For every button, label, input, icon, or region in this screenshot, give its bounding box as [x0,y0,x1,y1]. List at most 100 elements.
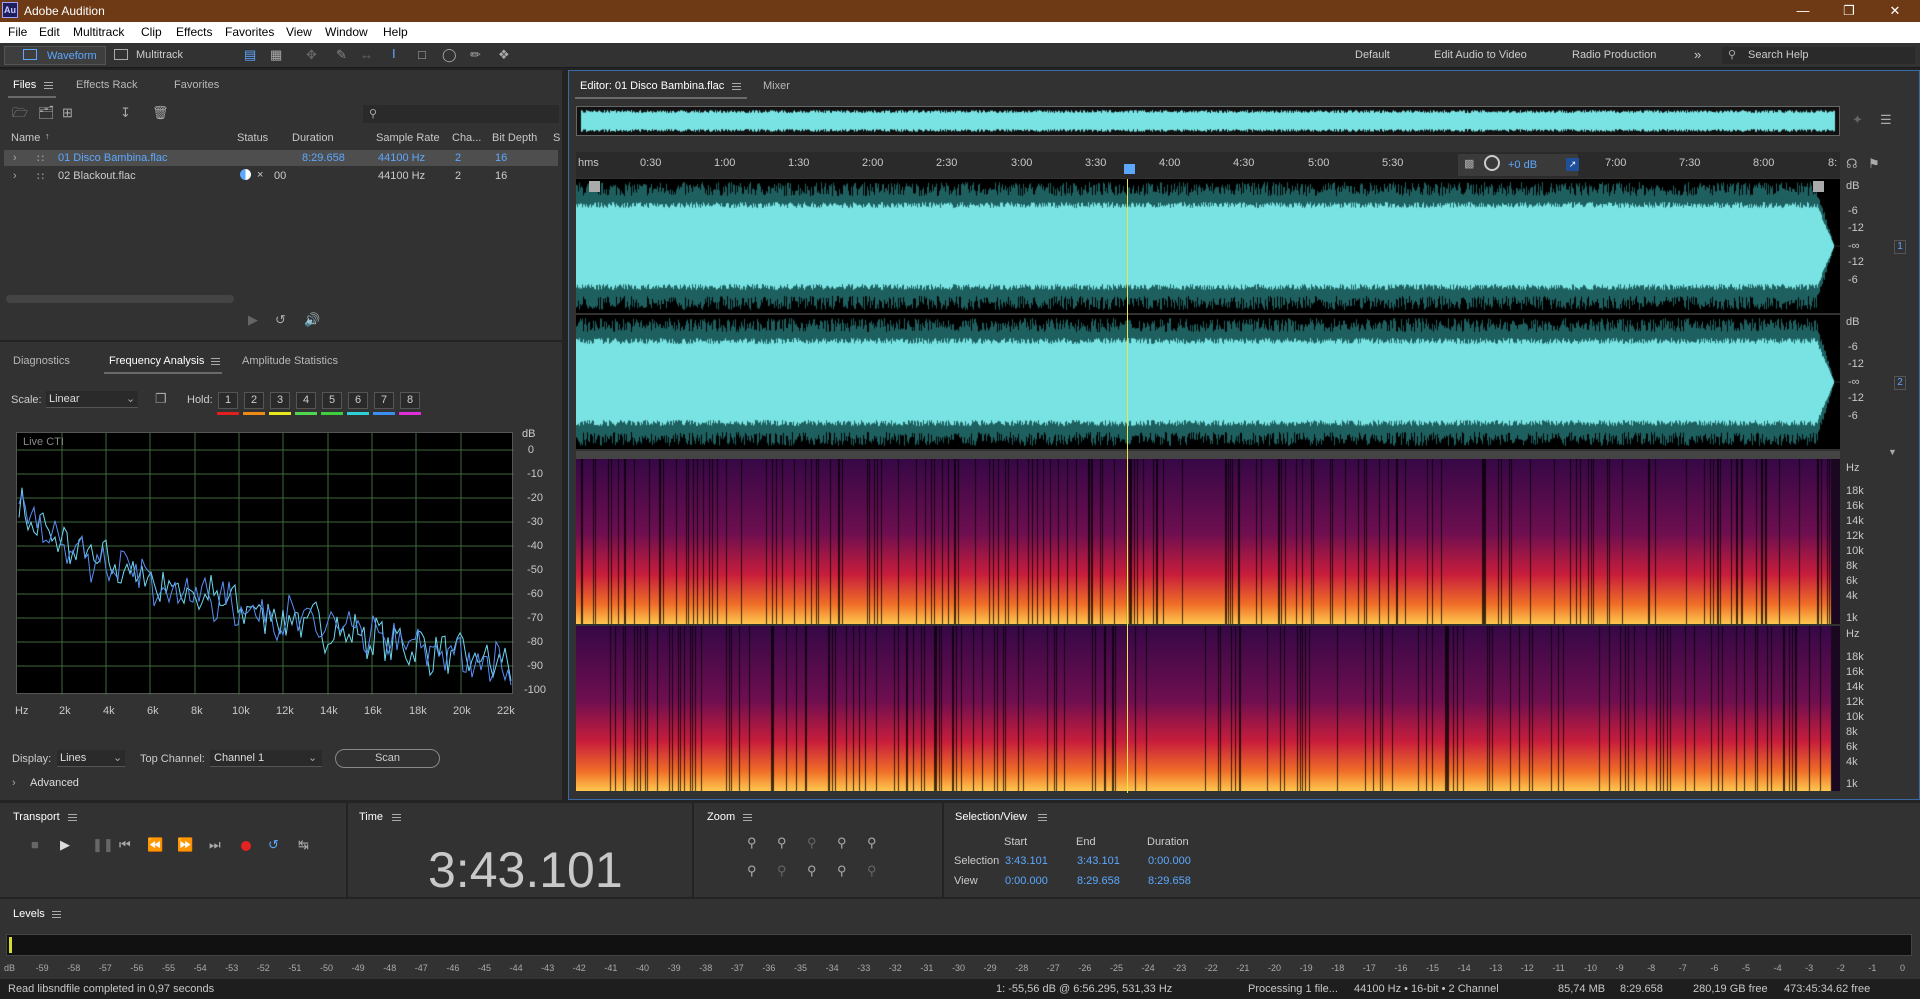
channel-2-toggle[interactable]: 2 [1894,376,1906,390]
more-workspaces-icon[interactable]: » [1694,47,1701,62]
time-display[interactable]: 3:43.101 [428,841,623,899]
rewind-icon[interactable]: ⏪ [147,838,163,852]
zoom-out-selection-icon[interactable]: ⚲ [867,864,877,878]
time-selection-tool-icon[interactable]: I [392,47,396,61]
time-menu-icon[interactable] [392,814,401,821]
workspace-edit-audio-to-video[interactable]: Edit Audio to Video [1434,49,1527,61]
loop-preview-icon[interactable]: ↺ [275,313,286,327]
waveform-view-button[interactable]: Waveform [4,46,106,65]
fast-forward-icon[interactable]: ⏩ [177,838,193,852]
play-preview-icon[interactable]: ▶ [248,313,258,327]
tab-favorites[interactable]: Favorites [174,79,219,91]
zoom-selection-icon[interactable]: ⚲ [807,836,817,850]
hold-button-6[interactable]: 6 [348,392,368,409]
col-channels[interactable]: Cha... [452,132,481,144]
col-bit-depth[interactable]: Bit Depth [492,132,537,144]
table-row[interactable]: › ∷ 01 Disco Bambina.flac 8:29.658 44100… [4,150,558,166]
advanced-expand-icon[interactable]: › [12,777,16,789]
zoom-out-point-icon[interactable]: ⚲ [807,864,817,878]
maximize-button[interactable]: ❐ [1826,0,1872,22]
workspace-radio-production[interactable]: Radio Production [1572,49,1656,61]
tab-files[interactable]: Files [13,79,36,91]
horizontal-scrollbar[interactable] [6,295,234,303]
menu-edit[interactable]: Edit [39,25,60,39]
menu-favorites[interactable]: Favorites [225,25,274,39]
gain-knob[interactable] [1484,155,1500,171]
hold-button-1[interactable]: 1 [218,392,238,409]
razor-tool-icon[interactable]: ✎ [336,48,347,62]
marquee-tool-icon[interactable]: □ [418,48,426,62]
multitrack-view-button[interactable]: Multitrack [110,46,192,65]
headphones-icon[interactable]: ☊ [1846,157,1858,171]
advanced-label[interactable]: Advanced [30,777,79,789]
tab-amplitude-statistics[interactable]: Amplitude Statistics [242,355,338,367]
insert-into-multitrack-icon[interactable]: ↧ [120,106,131,120]
col-s[interactable]: S [553,132,560,144]
autoplay-icon[interactable]: 🔊 [304,313,320,327]
channel-1-toggle[interactable]: 1 [1894,240,1906,254]
new-file-icon[interactable]: ⊞ [62,106,73,120]
menu-effects[interactable]: Effects [176,25,212,39]
hold-button-8[interactable]: 8 [400,392,420,409]
marker-icon[interactable]: ⚑ [1868,157,1880,171]
expand-icon[interactable]: › [13,152,17,164]
col-sample-rate[interactable]: Sample Rate [376,132,440,144]
brush-tool-icon[interactable]: ✏ [470,48,481,62]
display-select[interactable]: Lines ⌄ [57,750,125,767]
workspace-default[interactable]: Default [1355,49,1390,61]
selection-end[interactable]: 3:43.101 [1077,855,1120,867]
editor-menu-icon[interactable] [732,83,741,90]
play-icon[interactable]: ▶ [60,838,70,852]
stop-icon[interactable]: ■ [31,838,39,852]
search-help-input[interactable]: ⚲ Search Help [1722,47,1915,64]
delete-icon[interactable]: 🗑 [152,106,169,120]
tab-diagnostics[interactable]: Diagnostics [13,355,70,367]
view-duration[interactable]: 8:29.658 [1148,875,1191,887]
gain-hud[interactable]: ▩ +0 dB [1458,154,1578,176]
zoom-in-amplitude-icon[interactable]: ⚲ [747,836,757,850]
zoom-out-amplitude-icon[interactable]: ⚲ [747,864,757,878]
cancel-load-icon[interactable]: × [257,169,263,181]
table-row[interactable]: › ∷ 02 Blackout.flac × 00 44100 Hz 2 16 [4,168,558,184]
skip-to-end-icon[interactable]: ⏭ [209,838,221,852]
tab-mixer[interactable]: Mixer [763,80,790,92]
pin-hud-icon[interactable]: ↗ [1566,158,1579,171]
spectral-pitch-icon[interactable]: ▦ [270,48,282,62]
close-button[interactable]: ✕ [1872,0,1918,22]
files-search-input[interactable]: ⚲ [363,105,559,123]
hold-button-7[interactable]: 7 [374,392,394,409]
selection-duration[interactable]: 0:00.000 [1148,855,1191,867]
hold-button-3[interactable]: 3 [270,392,290,409]
slip-tool-icon[interactable]: ↔ [360,48,373,62]
spectral-display-icon[interactable]: ▤ [244,48,256,62]
record-icon[interactable] [241,841,251,851]
import-icon[interactable]: 🗂 [38,106,55,120]
zoom-out-time-icon[interactable]: ⚲ [777,864,787,878]
waveform-spectral-divider[interactable] [576,451,1840,459]
col-status[interactable]: Status [237,132,268,144]
hold-button-4[interactable]: 4 [296,392,316,409]
zoom-to-selection-icon[interactable]: ✦ [1852,113,1863,127]
menu-multitrack[interactable]: Multitrack [73,25,124,39]
transport-menu-icon[interactable] [68,814,77,821]
waveform-channel-1[interactable] [576,179,1840,313]
tab-effects-rack[interactable]: Effects Rack [76,79,138,91]
loop-playback-icon[interactable]: ↺ [268,838,279,852]
tab-frequency-analysis[interactable]: Frequency Analysis [109,355,204,367]
divider-collapse-icon[interactable]: ▼ [1888,447,1897,457]
zoom-in-point-icon[interactable]: ⚲ [837,836,847,850]
zoom-menu-icon[interactable] [743,814,752,821]
pause-icon[interactable]: ❚❚ [92,838,114,852]
expand-icon[interactable]: › [13,170,17,182]
view-start[interactable]: 0:00.000 [1005,875,1048,887]
zoom-out-full-icon[interactable]: ⚲ [837,864,847,878]
open-folder-icon[interactable]: 🗁 [12,106,28,120]
spot-healing-icon[interactable]: ❖ [498,48,510,62]
move-tool-icon[interactable]: ✥ [306,48,317,62]
col-duration[interactable]: Duration [292,132,334,144]
frequency-analysis-menu-icon[interactable] [211,358,220,365]
copy-icon[interactable]: ❐ [155,392,167,406]
selection-view-menu-icon[interactable] [1038,814,1047,821]
toggle-spectral-icon[interactable]: ☰ [1880,113,1892,127]
skip-to-start-icon[interactable]: ⏮ [119,838,131,852]
